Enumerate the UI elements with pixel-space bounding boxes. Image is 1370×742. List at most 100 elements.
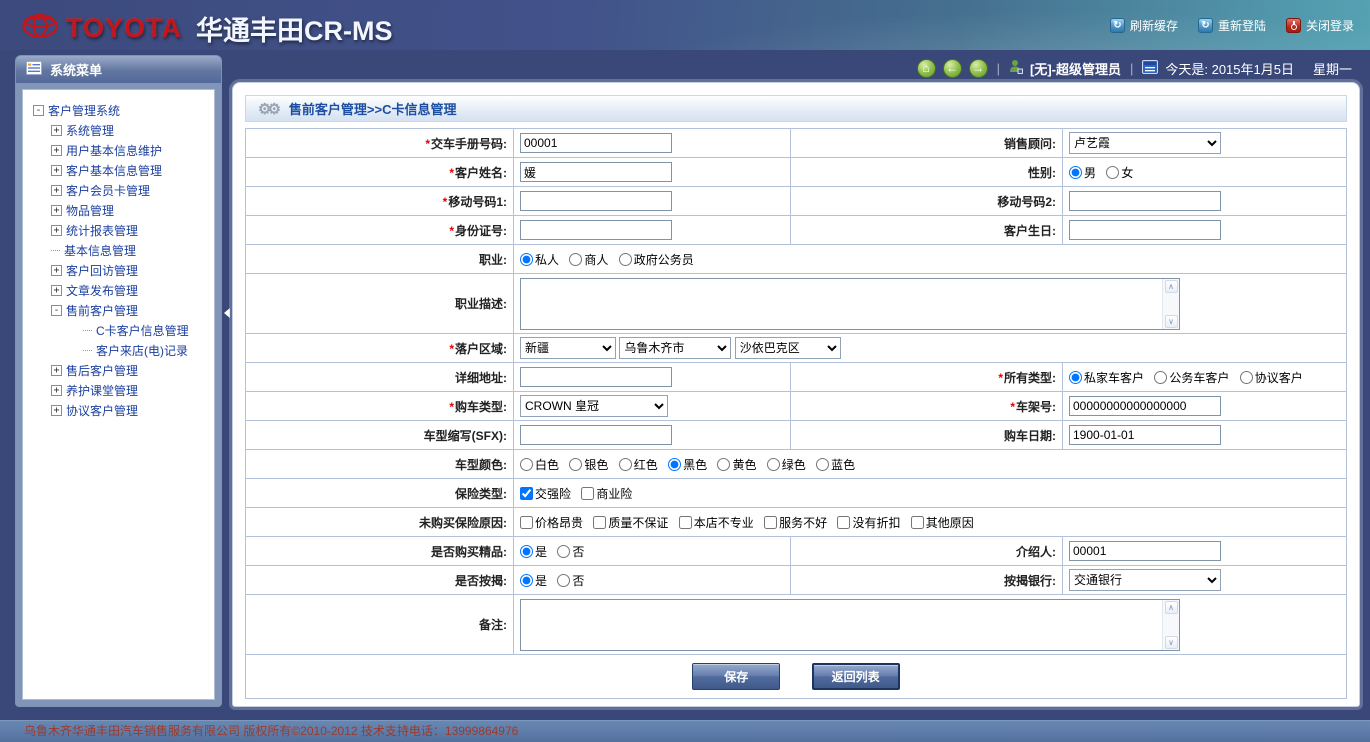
tree-item-member-card[interactable]: + 客户会员卡管理: [27, 180, 210, 200]
owner-type-agreement-radio[interactable]: 协议客户: [1240, 371, 1303, 385]
region-city-select[interactable]: 乌鲁木齐市: [619, 337, 731, 359]
mobile1-input[interactable]: [520, 191, 672, 211]
introducer-input[interactable]: [1069, 541, 1221, 561]
tree-toggle-icon[interactable]: +: [51, 285, 62, 296]
tree-toggle-icon[interactable]: +: [51, 405, 62, 416]
reason-unprofessional-checkbox[interactable]: 本店不专业: [679, 516, 754, 530]
tree-toggle-icon[interactable]: +: [51, 165, 62, 176]
tree-toggle-icon[interactable]: +: [51, 185, 62, 196]
forward-button[interactable]: →: [969, 59, 988, 78]
tree-item-article-mgmt[interactable]: + 文章发布管理: [27, 280, 210, 300]
field-label: 详细地址:: [246, 363, 514, 392]
tree-item-store-visit-record[interactable]: 客户来店(电)记录: [27, 340, 210, 360]
back-button[interactable]: ←: [943, 59, 962, 78]
insurance-compulsory-checkbox[interactable]: 交强险: [520, 487, 571, 501]
id-card-input[interactable]: [520, 220, 672, 240]
field-label: 未购买保险原因:: [246, 508, 514, 537]
gender-male-radio[interactable]: 男: [1069, 166, 1096, 180]
sfx-input[interactable]: [520, 425, 672, 445]
tree-toggle-icon[interactable]: +: [51, 145, 62, 156]
color-red-radio[interactable]: 红色: [619, 458, 658, 472]
tree-item-customer-mgmt-system[interactable]: - 客户管理系统: [27, 100, 210, 120]
mobile2-input[interactable]: [1069, 191, 1221, 211]
color-white-radio[interactable]: 白色: [520, 458, 559, 472]
relogin-link[interactable]: ↻ 重新登陆: [1198, 17, 1266, 34]
tree-toggle-icon[interactable]: +: [51, 125, 62, 136]
reason-quality-checkbox[interactable]: 质量不保证: [593, 516, 668, 530]
tree-toggle-icon[interactable]: +: [51, 385, 62, 396]
tree-item-label: 养护课堂管理: [66, 382, 138, 399]
scroll-up-icon[interactable]: ∧: [1165, 280, 1178, 293]
occupation-private-radio[interactable]: 私人: [520, 253, 559, 267]
reason-expensive-checkbox[interactable]: 价格昂贵: [520, 516, 583, 530]
refresh-cache-link[interactable]: ↻ 刷新缓存: [1110, 17, 1178, 34]
color-green-radio[interactable]: 绿色: [767, 458, 806, 472]
page: TOYOTA 华通丰田CR-MS ↻ 刷新缓存 ↻ 重新登陆 关闭登录 ⌂ ← …: [0, 0, 1370, 742]
occupation-business-radio[interactable]: 商人: [569, 253, 608, 267]
color-yellow-radio[interactable]: 黄色: [717, 458, 756, 472]
tree-item-user-info[interactable]: + 用户基本信息维护: [27, 140, 210, 160]
scrollbar[interactable]: ∧ ∨: [1162, 600, 1179, 650]
tree-toggle-icon[interactable]: +: [51, 225, 62, 236]
logout-link[interactable]: 关闭登录: [1286, 17, 1354, 34]
mortgage-yes-radio[interactable]: 是: [520, 574, 547, 588]
region-district-select[interactable]: 沙依巴克区: [735, 337, 841, 359]
tree-item-customer-info[interactable]: + 客户基本信息管理: [27, 160, 210, 180]
tree-item-maintenance-class[interactable]: + 养护课堂管理: [27, 380, 210, 400]
tree-toggle-icon[interactable]: -: [51, 305, 62, 316]
car-type-select[interactable]: CROWN 皇冠: [520, 395, 668, 417]
reason-bad-service-checkbox[interactable]: 服务不好: [764, 516, 827, 530]
sidebar-collapse-icon[interactable]: [224, 308, 230, 318]
tree-item-aftersale-mgmt[interactable]: + 售后客户管理: [27, 360, 210, 380]
vin-input[interactable]: [1069, 396, 1221, 416]
home-button[interactable]: ⌂: [917, 59, 936, 78]
tree-toggle-icon[interactable]: +: [51, 205, 62, 216]
reason-other-checkbox[interactable]: 其他原因: [911, 516, 974, 530]
scroll-up-icon[interactable]: ∧: [1165, 601, 1178, 614]
sales-consultant-select[interactable]: 卢艺霞: [1069, 132, 1221, 154]
insurance-commercial-checkbox[interactable]: 商业险: [581, 487, 632, 501]
tree-item-basic-info[interactable]: 基本信息管理: [27, 240, 210, 260]
purchase-date-input[interactable]: [1069, 425, 1221, 445]
scroll-down-icon[interactable]: ∨: [1165, 636, 1178, 649]
region-province-select[interactable]: 新疆: [520, 337, 616, 359]
customer-name-input[interactable]: [520, 162, 672, 182]
tree-toggle-icon[interactable]: +: [51, 365, 62, 376]
boutique-yes-radio[interactable]: 是: [520, 545, 547, 559]
address-input[interactable]: [520, 367, 672, 387]
tree-item-presale-mgmt[interactable]: - 售前客户管理: [27, 300, 210, 320]
main-panel: ⚙⚙ 售前客户管理>>C卡信息管理 *交车手册号码: 销售顾问: 卢艺霞 *客户…: [232, 82, 1360, 707]
tree-item-label: 系统管理: [66, 122, 114, 139]
tree-toggle-icon[interactable]: -: [33, 105, 44, 116]
tree-item-label: 售前客户管理: [66, 302, 138, 319]
tree-item-system-mgmt[interactable]: + 系统管理: [27, 120, 210, 140]
reason-no-discount-checkbox[interactable]: 没有折扣: [837, 516, 900, 530]
remark-textarea[interactable]: [521, 600, 1162, 650]
field-label: *落户区域:: [246, 334, 514, 363]
back-to-list-button[interactable]: 返回列表: [812, 663, 900, 690]
save-button[interactable]: 保存: [692, 663, 780, 690]
color-black-radio[interactable]: 黑色: [668, 458, 707, 472]
app-title: 华通丰田CR-MS: [196, 9, 393, 48]
mortgage-bank-select[interactable]: 交通银行: [1069, 569, 1221, 591]
mortgage-no-radio[interactable]: 否: [557, 574, 584, 588]
color-blue-radio[interactable]: 蓝色: [816, 458, 855, 472]
birthday-input[interactable]: [1069, 220, 1221, 240]
gender-female-radio[interactable]: 女: [1106, 166, 1133, 180]
tree-toggle-icon[interactable]: +: [51, 265, 62, 276]
owner-type-private-radio[interactable]: 私家车客户: [1069, 371, 1144, 385]
tree-item-goods-mgmt[interactable]: + 物品管理: [27, 200, 210, 220]
tree-item-visit-mgmt[interactable]: + 客户回访管理: [27, 260, 210, 280]
scrollbar[interactable]: ∧ ∨: [1162, 279, 1179, 329]
boutique-no-radio[interactable]: 否: [557, 545, 584, 559]
scroll-down-icon[interactable]: ∨: [1165, 315, 1178, 328]
tree-item-ccard-info[interactable]: C卡客户信息管理: [27, 320, 210, 340]
tree-item-report-mgmt[interactable]: + 统计报表管理: [27, 220, 210, 240]
tree-item-agreement-mgmt[interactable]: + 协议客户管理: [27, 400, 210, 420]
occupation-desc-textarea[interactable]: [521, 279, 1162, 329]
occupation-civil-servant-radio[interactable]: 政府公务员: [619, 253, 694, 267]
separator: |: [1130, 61, 1133, 76]
delivery-manual-no-input[interactable]: [520, 133, 672, 153]
owner-type-official-radio[interactable]: 公务车客户: [1154, 371, 1229, 385]
color-silver-radio[interactable]: 银色: [569, 458, 608, 472]
